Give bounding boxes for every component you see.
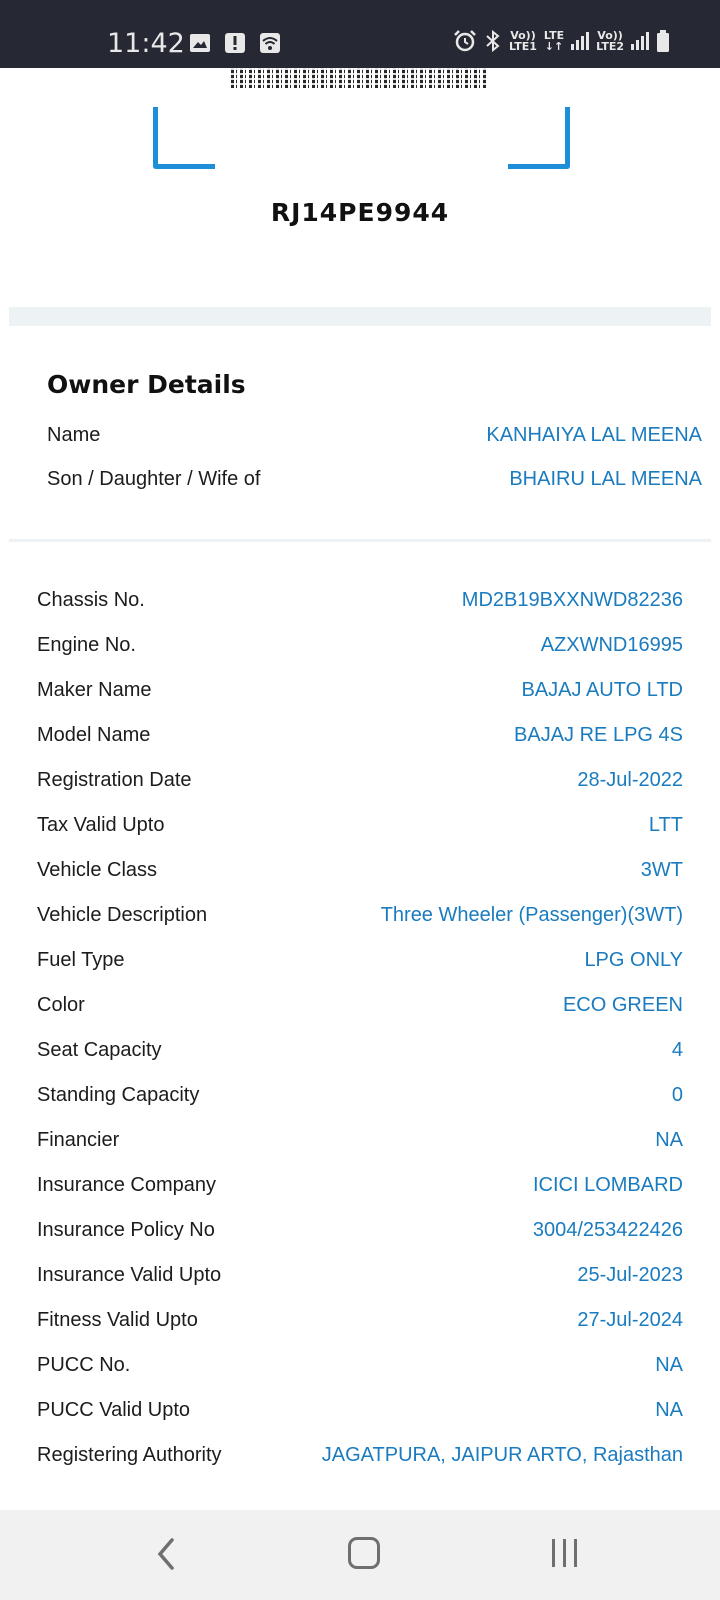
section-divider-line bbox=[9, 539, 711, 542]
navigation-bar bbox=[0, 1510, 720, 1600]
detail-value: LPG ONLY bbox=[584, 948, 683, 971]
detail-row: Seat Capacity 4 bbox=[37, 1034, 683, 1066]
detail-row: PUCC No. NA bbox=[37, 1349, 683, 1381]
detail-value: 0 bbox=[671, 1083, 683, 1106]
detail-value: 3WT bbox=[640, 858, 683, 881]
signal-icon bbox=[571, 32, 590, 50]
gallery-icon bbox=[190, 34, 210, 52]
sim1-indicator: Vo)) LTE1 bbox=[509, 30, 537, 52]
detail-label: Seat Capacity bbox=[37, 1038, 162, 1061]
scanner-frame-corner-right bbox=[508, 107, 570, 169]
detail-label: Registering Authority bbox=[37, 1443, 222, 1466]
detail-label: Financier bbox=[37, 1128, 120, 1151]
detail-value: ECO GREEN bbox=[562, 993, 683, 1016]
field-label: Name bbox=[47, 423, 101, 446]
recent-apps-icon[interactable] bbox=[552, 1539, 577, 1569]
field-label: Son / Daughter / Wife of bbox=[47, 467, 261, 490]
detail-label: Color bbox=[37, 993, 85, 1016]
detail-label: Vehicle Description bbox=[37, 903, 208, 926]
detail-row: Engine No. AZXWND16995 bbox=[37, 629, 683, 661]
detail-row: Registration Date 28-Jul-2022 bbox=[37, 764, 683, 796]
detail-row: Registering Authority JAGATPURA, JAIPUR A… bbox=[37, 1439, 683, 1471]
detail-label: Insurance Policy No bbox=[37, 1218, 215, 1241]
detail-label: Engine No. bbox=[37, 633, 136, 656]
status-bar: 11:42 Vo)) LTE1 LTE ↓↑ Vo)) LTE2 bbox=[0, 0, 720, 68]
detail-label: Fitness Valid Upto bbox=[37, 1308, 198, 1331]
detail-row: Standing Capacity 0 bbox=[37, 1079, 683, 1111]
detail-value: BAJAJ RE LPG 4S bbox=[514, 723, 683, 746]
detail-value: 27-Jul-2024 bbox=[577, 1308, 683, 1331]
detail-value: LTT bbox=[648, 813, 683, 836]
data-arrows: ↓↑ bbox=[544, 40, 564, 53]
detail-value: ICICI LOMBARD bbox=[532, 1173, 683, 1196]
detail-value: Three Wheeler (Passenger)(3WT) bbox=[380, 903, 683, 926]
sim2-indicator: Vo)) LTE2 bbox=[596, 30, 624, 52]
detail-label: Registration Date bbox=[37, 768, 192, 791]
home-icon[interactable] bbox=[348, 1537, 380, 1569]
detail-label: Standing Capacity bbox=[37, 1083, 200, 1106]
lte-indicator: LTE ↓↑ bbox=[544, 30, 564, 52]
battery-icon bbox=[657, 30, 669, 52]
detail-label: Tax Valid Upto bbox=[37, 813, 165, 836]
detail-row: Tax Valid Upto LTT bbox=[37, 809, 683, 841]
status-icons-right: Vo)) LTE1 LTE ↓↑ Vo)) LTE2 bbox=[453, 26, 670, 56]
registration-number: RJ14PE9944 bbox=[270, 198, 450, 227]
detail-label: Model Name bbox=[37, 723, 151, 746]
bluetooth-icon bbox=[486, 29, 500, 53]
owner-name-row: Name KANHAIYA LAL MEENA bbox=[47, 419, 702, 451]
alert-icon bbox=[225, 33, 245, 53]
detail-value: 4 bbox=[671, 1038, 683, 1061]
detail-label: Fuel Type bbox=[37, 948, 125, 971]
detail-row: Vehicle Class 3WT bbox=[37, 854, 683, 886]
detail-value: AZXWND16995 bbox=[540, 633, 683, 656]
detail-row: Chassis No. MD2B19BXXNWD82236 bbox=[37, 584, 683, 616]
detail-row: Vehicle Description Three Wheeler (Passen… bbox=[37, 899, 683, 931]
qr-code bbox=[231, 68, 488, 88]
detail-row: Model Name BAJAJ RE LPG 4S bbox=[37, 719, 683, 751]
detail-value: NA bbox=[655, 1353, 683, 1376]
scanner-frame-corner-left bbox=[153, 107, 215, 169]
owner-relation-row: Son / Daughter / Wife of BHAIRU LAL MEEN… bbox=[47, 463, 702, 495]
detail-label: PUCC No. bbox=[37, 1353, 131, 1376]
detail-value: NA bbox=[655, 1398, 683, 1421]
detail-value: JAGATPURA, JAIPUR ARTO, Rajasthan bbox=[321, 1443, 683, 1466]
detail-value: 3004/253422426 bbox=[532, 1218, 683, 1241]
owner-details-title: Owner Details bbox=[47, 370, 246, 399]
wifi-hotspot-icon bbox=[260, 33, 280, 53]
field-value: KANHAIYA LAL MEENA bbox=[486, 423, 702, 446]
detail-label: Insurance Company bbox=[37, 1173, 216, 1196]
status-time: 11:42 bbox=[107, 28, 185, 59]
detail-label: Vehicle Class bbox=[37, 858, 158, 881]
detail-row: Insurance Policy No 3004/253422426 bbox=[37, 1214, 683, 1246]
signal-icon-2 bbox=[631, 32, 649, 50]
detail-row: Financier NA bbox=[37, 1124, 683, 1156]
detail-row: Insurance Company ICICI LOMBARD bbox=[37, 1169, 683, 1201]
detail-label: Insurance Valid Upto bbox=[37, 1263, 222, 1286]
detail-value: MD2B19BXXNWD82236 bbox=[461, 588, 683, 611]
detail-row: Color ECO GREEN bbox=[37, 989, 683, 1021]
detail-row: Fuel Type LPG ONLY bbox=[37, 944, 683, 976]
alarm-icon bbox=[454, 30, 476, 52]
field-value: BHAIRU LAL MEENA bbox=[509, 467, 702, 490]
sim1-label: LTE1 bbox=[509, 40, 537, 53]
detail-row: PUCC Valid Upto NA bbox=[37, 1394, 683, 1426]
detail-value: 28-Jul-2022 bbox=[577, 768, 683, 791]
detail-label: PUCC Valid Upto bbox=[37, 1398, 191, 1421]
detail-value: BAJAJ AUTO LTD bbox=[521, 678, 683, 701]
detail-row: Insurance Valid Upto 25-Jul-2023 bbox=[37, 1259, 683, 1291]
detail-value: 25-Jul-2023 bbox=[577, 1263, 683, 1286]
detail-label: Maker Name bbox=[37, 678, 152, 701]
section-divider bbox=[9, 307, 711, 326]
detail-label: Chassis No. bbox=[37, 588, 145, 611]
sim2-label: LTE2 bbox=[596, 40, 624, 53]
back-icon[interactable] bbox=[152, 1536, 182, 1572]
detail-row: Fitness Valid Upto 27-Jul-2024 bbox=[37, 1304, 683, 1336]
detail-row: Maker Name BAJAJ AUTO LTD bbox=[37, 674, 683, 706]
detail-value: NA bbox=[655, 1128, 683, 1151]
